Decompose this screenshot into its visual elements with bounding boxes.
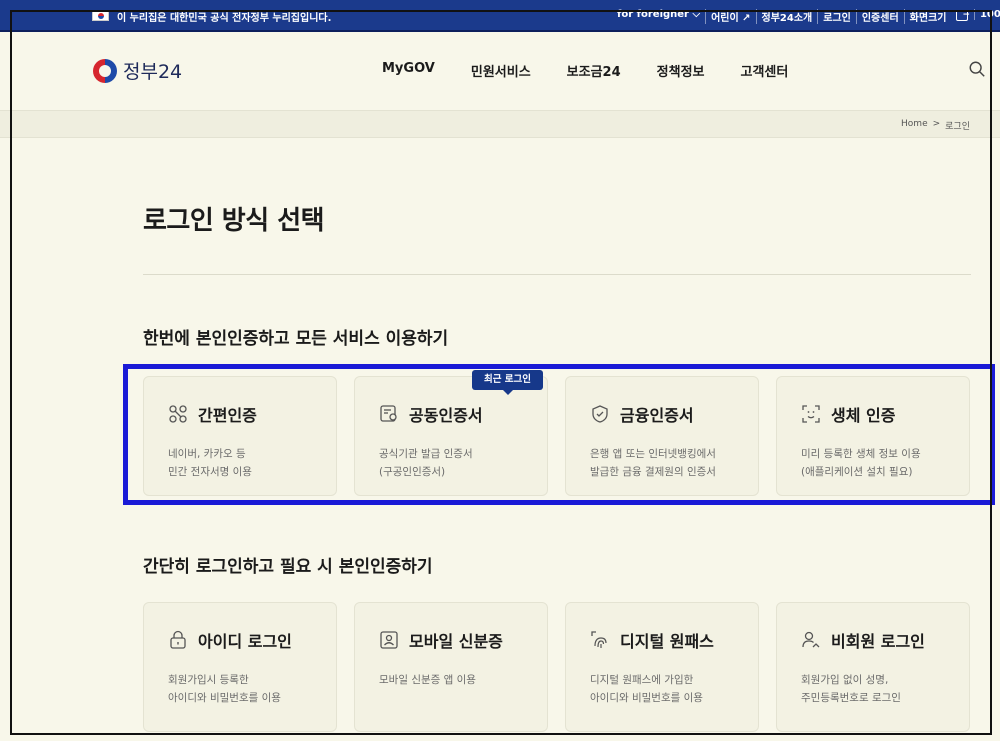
taegeuk-logo-icon [93,58,117,83]
guest-login-card[interactable]: 비회원 로그인 회원가입 없이 성명, 주민등록번호로 로그인 [776,602,970,732]
gov-notice: 이 누리집은 대한민국 공식 전자정부 누리집입니다. [117,13,332,24]
card-title: 디지털 원패스 [620,632,714,651]
simple-login-cards: 아이디 로그인 회원가입시 등록한 아이디와 비밀번호를 이용 모바일 신분증 … [143,602,970,732]
mobile-id-card[interactable]: 모바일 신분증 모바일 신분증 앱 이용 [354,602,548,732]
card-desc-line: 아이디와 비밀번호를 이용 [168,692,281,704]
utility-links: for foreigner ⌵ 어린이 ↗ 정부24소개 로그인 인증센터 화면… [612,9,1000,24]
id-login-card[interactable]: 아이디 로그인 회원가입시 등록한 아이디와 비밀번호를 이용 [143,602,337,732]
zoom-control: − 100% [951,9,1000,24]
zoom-out-button[interactable]: − [956,10,970,21]
korea-flag-icon [92,10,109,21]
section-full-auth-title: 한번에 본인인증하고 모든 서비스 이용하기 [143,329,449,349]
guest-user-icon [802,631,820,648]
card-title: 모바일 신분증 [409,632,503,651]
official-banner: 이 누리집은 대한민국 공식 전자정부 누리집입니다. for foreigne… [0,0,1000,32]
zoom-value: 100% [973,9,1000,20]
main-nav: MyGOV 민원서비스 보조금24 정책정보 고객센터 [382,61,788,80]
screen-size-label: 화면크기 [903,9,952,24]
nav-customer-center[interactable]: 고객센터 [741,61,789,80]
card-desc-line: 아이디와 비밀번호를 이용 [590,692,703,704]
card-desc-line: 주민등록번호로 로그인 [801,692,901,704]
breadcrumb-separator: > [932,119,941,129]
site-logo[interactable]: 정부24 [93,57,182,84]
highlight-box [123,364,995,505]
section-simple-login-title: 간단히 로그인하고 필요 시 본인인증하기 [143,557,433,577]
card-title: 아이디 로그인 [198,632,292,651]
foreigner-link[interactable]: for foreigner ⌵ [612,9,705,24]
cert-center-link[interactable]: 인증센터 [855,9,904,24]
login-link[interactable]: 로그인 [817,9,856,24]
kids-link[interactable]: 어린이 ↗ [705,9,755,24]
nav-civil-services[interactable]: 민원서비스 [471,61,531,80]
breadcrumb-bar: Home > 로그인 [0,110,1000,138]
search-icon[interactable] [968,60,986,78]
logo-text: 정부24 [123,61,183,83]
nav-policy-info[interactable]: 정책정보 [657,61,705,80]
page-title: 로그인 방식 선택 [143,206,325,236]
id-card-icon [380,631,398,649]
about-link[interactable]: 정부24소개 [755,9,818,24]
title-divider [143,274,971,275]
card-desc-line: 모바일 신분증 앱 이용 [379,674,476,686]
lock-icon [170,630,186,649]
nav-mygov[interactable]: MyGOV [382,61,435,80]
card-desc-line: 디지털 원패스에 가입한 [590,674,694,686]
site-header: 정부24 MyGOV 민원서비스 보조금24 정책정보 고객센터 [0,32,1000,108]
nav-subsidy24[interactable]: 보조금24 [567,61,621,80]
fingerprint-icon [591,631,607,648]
breadcrumb-current: 로그인 [945,122,970,132]
card-title: 비회원 로그인 [831,632,925,651]
breadcrumb: Home > 로그인 [901,119,970,132]
card-desc-line: 회원가입시 등록한 [168,674,249,686]
card-desc-line: 회원가입 없이 성명, [801,674,889,686]
digital-onepass-card[interactable]: 디지털 원패스 디지털 원패스에 가입한 아이디와 비밀번호를 이용 [565,602,759,732]
breadcrumb-home[interactable]: Home [901,119,928,132]
